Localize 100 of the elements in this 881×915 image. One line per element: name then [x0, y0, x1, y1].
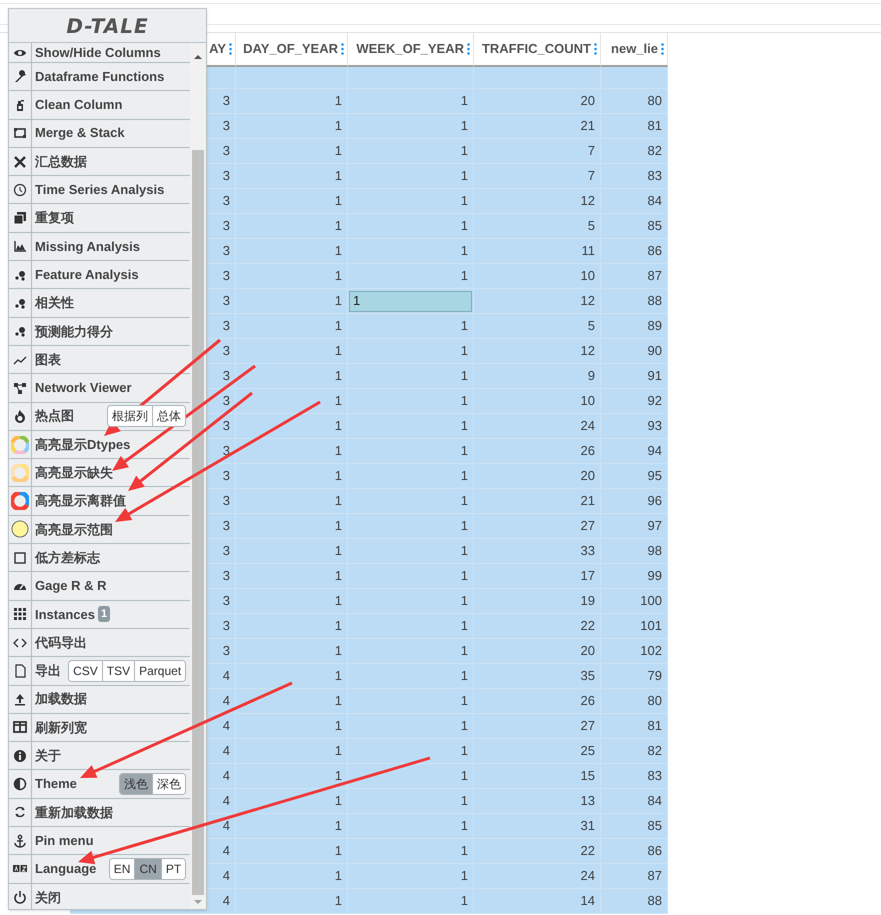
grid-icon — [13, 607, 27, 622]
square-icon — [13, 550, 27, 565]
table-cell: 10 — [474, 389, 601, 414]
table-cell: 1 — [236, 639, 348, 664]
table-cell: 1 — [348, 564, 474, 589]
table-cell: 102 — [601, 639, 668, 664]
toggle-option[interactable]: 深色 — [152, 774, 186, 794]
column-menu-icon[interactable] — [341, 43, 344, 55]
table-cell: 20 — [474, 89, 601, 114]
table-cell: 1 — [236, 189, 348, 214]
table-cell: 85 — [601, 214, 668, 239]
code-icon — [13, 636, 27, 650]
menu-item[interactable]: 导出 — [32, 661, 61, 681]
table-cell: 1 — [236, 589, 348, 614]
column-header[interactable]: new_lie — [611, 39, 658, 59]
table-cell: 101 — [601, 614, 668, 639]
table-cell: 1 — [236, 739, 348, 764]
table-cell: 1 — [236, 114, 348, 139]
table-cell: 1 — [236, 339, 348, 364]
column-menu-icon[interactable] — [661, 43, 664, 55]
table-cell: 1 — [236, 489, 348, 514]
table-cell: 90 — [601, 339, 668, 364]
table-cell: 27 — [474, 514, 601, 539]
table-cell: 1 — [348, 364, 474, 389]
tools-icon — [13, 154, 27, 169]
table-cell: 84 — [601, 789, 668, 814]
toggle-option[interactable]: CN — [134, 858, 161, 879]
table-cell: 33 — [474, 539, 601, 564]
table-cell: 1 — [348, 864, 474, 889]
donut-icon — [11, 464, 29, 482]
table-cell: 1 — [348, 139, 474, 164]
table-cell: 81 — [601, 114, 668, 139]
flame-icon — [13, 409, 27, 424]
dots-icon — [13, 296, 27, 310]
table-cell: 1 — [236, 689, 348, 714]
area-chart-icon — [13, 239, 27, 254]
table-cell: 1 — [348, 389, 474, 414]
table-cell: 7 — [474, 139, 601, 164]
table-cell: 86 — [601, 239, 668, 264]
table-cell: 1 — [236, 889, 348, 914]
column-menu-icon[interactable] — [467, 43, 470, 55]
toggle-option[interactable]: Parquet — [134, 660, 186, 681]
table-cell: 1 — [348, 489, 474, 514]
table-cell: 80 — [601, 89, 668, 114]
menu-item[interactable]: Show/Hide Columns — [32, 43, 161, 62]
table-cell: 1 — [236, 314, 348, 339]
table-cell: 1 — [236, 539, 348, 564]
column-menu-icon[interactable] — [229, 43, 232, 55]
table-cell: 1 — [236, 139, 348, 164]
clock-icon — [13, 182, 27, 197]
table-cell: 19 — [474, 589, 601, 614]
table-cell: 1 — [236, 714, 348, 739]
table-cell: 92 — [601, 389, 668, 414]
menu-item[interactable]: 图表 — [32, 350, 61, 370]
scroll-up-icon[interactable] — [194, 54, 202, 59]
toggle-option[interactable]: 总体 — [152, 406, 186, 426]
table-cell: 83 — [601, 164, 668, 189]
table-cell: 87 — [601, 864, 668, 889]
table-cell: 1 — [236, 439, 348, 464]
toggle-option[interactable]: PT — [160, 858, 186, 879]
table-cell: 17 — [474, 564, 601, 589]
table-cell: 88 — [601, 889, 668, 914]
column-header[interactable]: AY — [209, 39, 226, 59]
table-cell: 97 — [601, 514, 668, 539]
table-cell: 82 — [601, 139, 668, 164]
table-cell: 1 — [348, 589, 474, 614]
table-cell: 1 — [236, 664, 348, 689]
wrench-icon — [13, 70, 27, 84]
scroll-down-icon[interactable] — [194, 900, 202, 905]
scrollbar[interactable] — [190, 43, 206, 909]
table-cell: 14 — [474, 889, 601, 914]
table-cell: 1 — [348, 264, 474, 289]
toggle-option[interactable]: 浅色 — [120, 774, 152, 794]
table-cell: 1 — [348, 164, 474, 189]
column-header[interactable]: TRAFFIC_COUNT — [482, 39, 591, 59]
contrast-icon — [13, 777, 27, 792]
table-cell — [601, 67, 668, 89]
frame-icon — [13, 126, 27, 140]
table-cell: 88 — [601, 289, 668, 314]
column-menu-icon[interactable] — [594, 43, 597, 55]
cell-input[interactable]: 1 — [349, 290, 472, 312]
menu-item[interactable]: Dataframe Functions — [32, 66, 164, 86]
menu-item[interactable]: 关闭 — [32, 888, 61, 907]
table-cell: 1 — [236, 364, 348, 389]
table-cell: 1 — [348, 789, 474, 814]
menu-item[interactable]: 关于 — [32, 746, 61, 766]
table-cell: 11 — [474, 239, 601, 264]
table-cell: 1 — [348, 114, 474, 139]
table-cell: 26 — [474, 439, 601, 464]
table-cell: 96 — [601, 489, 668, 514]
table-cell: 1 — [236, 764, 348, 789]
column-header[interactable]: WEEK_OF_YEAR — [356, 39, 464, 59]
table-cell: 24 — [474, 864, 601, 889]
logo: D-TALE — [66, 12, 149, 40]
table-cell: 81 — [601, 714, 668, 739]
table-cell: 15 — [474, 764, 601, 789]
table-cell: 89 — [601, 314, 668, 339]
table-cell: 12 — [474, 289, 601, 314]
column-header[interactable]: DAY_OF_YEAR — [243, 39, 338, 59]
anchor-icon — [13, 834, 27, 848]
